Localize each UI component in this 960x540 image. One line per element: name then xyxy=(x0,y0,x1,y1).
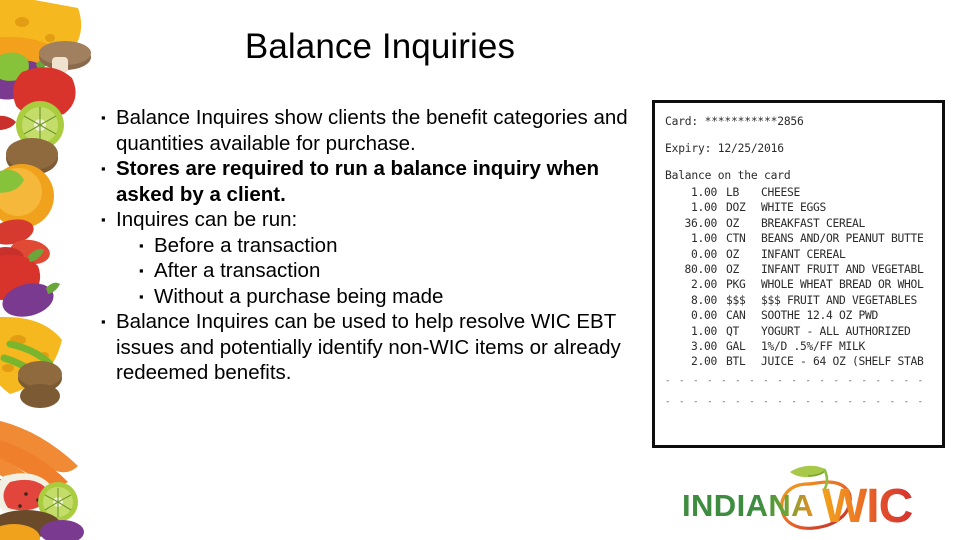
receipt-qty: 36.00 xyxy=(684,216,717,230)
receipt-qty: 0.00 xyxy=(690,247,717,261)
receipt-unit: OZ xyxy=(726,247,740,261)
receipt-row: 1.00 QT YOGURT - ALL AUTHORIZED xyxy=(665,324,932,339)
bullet-text: Before a transaction xyxy=(154,233,338,257)
receipt-desc: 1%/D .5%/FF MILK xyxy=(761,340,866,354)
receipt-unit: QT xyxy=(726,324,740,338)
receipt-unit: GAL xyxy=(726,340,746,354)
receipt-bottom-divider-2: - - - - - - - - - - - - - - - - - - - - … xyxy=(665,396,932,407)
bullet-marker-icon: ▪ xyxy=(101,212,106,227)
receipt-bottom-divider-1: - - - - - - - - - - - - - - - - - - - - … xyxy=(665,375,932,386)
bullet-marker-icon: ▪ xyxy=(139,263,144,278)
bullet-text: Inquires can be run: xyxy=(116,208,298,231)
receipt-unit: OZ xyxy=(726,263,740,277)
receipt-qty: 80.00 xyxy=(684,263,717,277)
bullet-marker-icon: ▪ xyxy=(139,237,144,253)
receipt-top-divider: - - - - - - - - - - - - - - - - - - - - … xyxy=(665,100,932,105)
receipt-expiry: Expiry: 12/25/2016 xyxy=(665,142,784,155)
bullet-item-4: ▪ Balance Inquires can be used to help r… xyxy=(99,309,659,386)
receipt-unit: OZ xyxy=(726,216,740,230)
food-border-decoration xyxy=(0,0,102,540)
receipt-unit: BTL xyxy=(726,355,746,369)
receipt-row: 3.00 GAL 1%/D .5%/FF MILK xyxy=(665,339,932,354)
bullet-item-2: ▪ Stores are required to run a balance i… xyxy=(99,156,659,207)
bullet-text: Balance Inquires can be used to help res… xyxy=(116,310,621,384)
receipt-desc: CHEESE xyxy=(761,186,801,199)
receipt-unit: CAN xyxy=(726,309,746,323)
bullet-marker-icon: ▪ xyxy=(101,314,106,329)
receipt-qty: 0.00 xyxy=(690,309,717,323)
receipt-item-list: 1.00 LB CHEESE 1.00 DOZ WHITE EGGS 36.00… xyxy=(665,185,932,370)
receipt-row: 1.00 DOZ WHITE EGGS xyxy=(665,200,932,215)
receipt-qty: 1.00 xyxy=(690,232,717,246)
indiana-wic-logo: INDIANA WIC xyxy=(676,462,928,534)
bullet-item-3: ▪ Inquires can be run: xyxy=(99,207,659,233)
bullet-item-3-sub-2: ▪ After a transaction xyxy=(99,258,659,284)
receipt-qty: 2.00 xyxy=(690,355,717,369)
bullet-item-1: ▪ Balance Inquires show clients the bene… xyxy=(99,105,659,156)
receipt-desc: WHITE EGGS xyxy=(761,201,827,215)
receipt-unit: PKG xyxy=(726,278,746,292)
receipt-desc: BEANS AND/OR PEANUT BUTTE xyxy=(761,232,924,246)
bullet-marker-icon: ▪ xyxy=(101,110,106,125)
receipt-desc: JUICE - 64 OZ (SHELF STAB xyxy=(761,355,924,369)
receipt-qty: 1.00 xyxy=(690,201,717,215)
balance-inquiry-receipt-image: - - - - - - - - - - - - - - - - - - - - … xyxy=(652,100,945,448)
receipt-row: 2.00 BTL JUICE - 64 OZ (SHELF STAB xyxy=(665,354,932,369)
bullet-marker-icon: ▪ xyxy=(101,161,106,176)
receipt-row: 1.00 LB CHEESE xyxy=(665,185,932,200)
receipt-qty: 2.00 xyxy=(690,278,717,292)
logo-word-wic: WIC xyxy=(822,480,913,533)
receipt-unit: LB xyxy=(726,186,740,199)
bullet-item-3-sub-1: ▪ Before a transaction xyxy=(99,233,659,259)
receipt-row: 0.00 OZ INFANT CEREAL xyxy=(665,247,932,262)
receipt-row: 80.00 OZ INFANT FRUIT AND VEGETABL xyxy=(665,262,932,277)
receipt-row: 1.00 CTN BEANS AND/OR PEANUT BUTTE xyxy=(665,231,932,246)
receipt-card-number: Card: ***********2856 xyxy=(665,115,804,128)
receipt-unit: DOZ xyxy=(726,201,746,215)
bullet-marker-icon: ▪ xyxy=(139,288,144,304)
receipt-qty: 1.00 xyxy=(690,186,717,199)
receipt-desc: BREAKFAST CEREAL xyxy=(761,216,866,230)
receipt-desc: SOOTHE 12.4 OZ PWD xyxy=(761,309,879,323)
chili-icon xyxy=(0,115,16,131)
bullet-text: Without a purchase being made xyxy=(154,284,444,308)
receipt-row: 36.00 OZ BREAKFAST CEREAL xyxy=(665,216,932,231)
receipt-row: 8.00 $$$ $$$ FRUIT AND VEGETABLES xyxy=(665,293,932,308)
slide-canvas: Balance Inquiries ▪ Balance Inquires sho… xyxy=(0,0,960,540)
logo-word-indiana: INDIANA xyxy=(682,488,814,523)
receipt-balance-header: Balance on the card xyxy=(665,169,791,182)
bullet-text: After a transaction xyxy=(154,259,321,282)
bullet-item-3-sub-3: ▪ Without a purchase being made xyxy=(99,284,659,310)
receipt-unit: $$$ xyxy=(726,293,746,307)
receipt-desc: YOGURT - ALL AUTHORIZED xyxy=(761,324,911,338)
receipt-desc: INFANT CEREAL xyxy=(761,247,846,261)
receipt-row: 0.00 CAN SOOTHE 12.4 OZ PWD xyxy=(665,308,932,323)
receipt-qty: 1.00 xyxy=(690,324,717,338)
page-title: Balance Inquiries xyxy=(244,27,516,66)
bullet-list: ▪ Balance Inquires show clients the bene… xyxy=(99,105,659,386)
receipt-qty: 8.00 xyxy=(690,293,717,307)
receipt-desc: $$$ FRUIT AND VEGETABLES xyxy=(761,293,918,307)
receipt-desc: INFANT FRUIT AND VEGETABL xyxy=(761,263,924,277)
receipt-qty: 3.00 xyxy=(690,340,717,354)
receipt-unit: CTN xyxy=(726,232,746,246)
bullet-text: Balance Inquires show clients the benefi… xyxy=(116,106,628,155)
receipt-row: 2.00 PKG WHOLE WHEAT BREAD OR WHOL xyxy=(665,277,932,292)
bullet-text: Stores are required to run a balance inq… xyxy=(116,157,600,206)
receipt-desc: WHOLE WHEAT BREAD OR WHOL xyxy=(761,278,924,292)
